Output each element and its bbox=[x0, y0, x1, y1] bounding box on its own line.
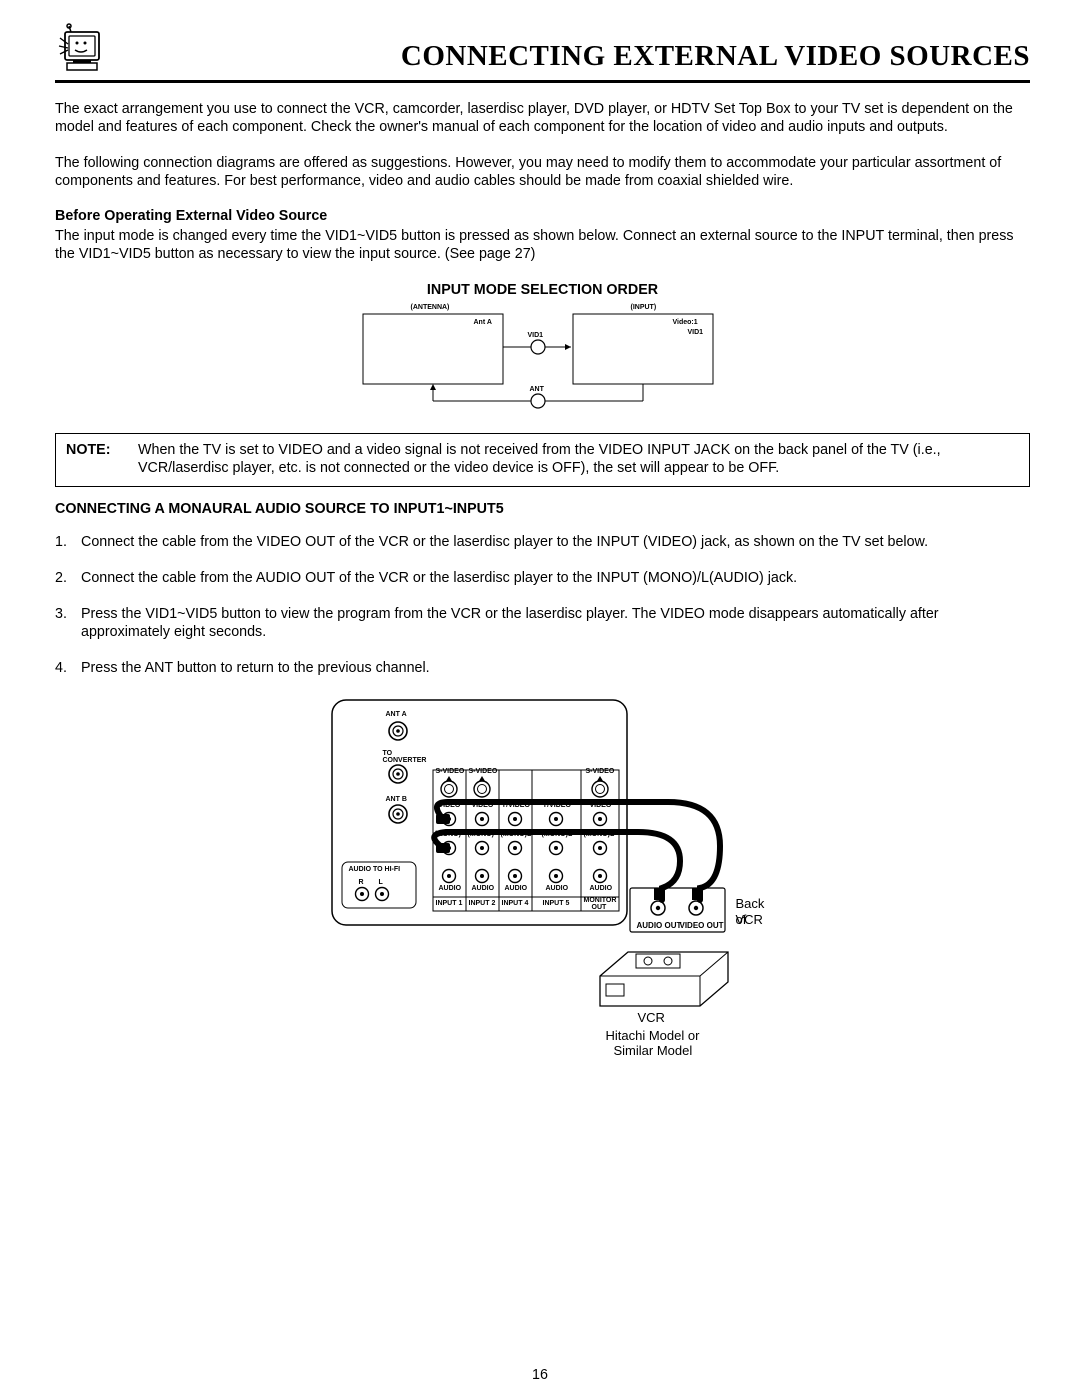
label-vcr: VCR bbox=[736, 912, 763, 928]
label-audio-5: AUDIO bbox=[590, 885, 613, 894]
label-mono-5: (MONO)L bbox=[584, 831, 615, 840]
input-mode-title: INPUT MODE SELECTION ORDER bbox=[55, 282, 1030, 300]
label-mono-2: (MONO) bbox=[468, 831, 494, 840]
label-input1: INPUT 1 bbox=[436, 900, 463, 909]
label-r: R bbox=[359, 879, 364, 888]
note-box: NOTE: When the TV is set to VIDEO and a … bbox=[55, 433, 1030, 487]
label-input5: INPUT 5 bbox=[543, 900, 570, 909]
label-svideo-1: S-VIDEO bbox=[436, 768, 465, 777]
page-number: 16 bbox=[0, 1367, 1080, 1385]
label-audio-2: AUDIO bbox=[472, 885, 495, 894]
label-vcr2: VCR bbox=[638, 1010, 665, 1026]
label-yvideo-1: Y/VIDEO bbox=[502, 802, 530, 811]
label-l: L bbox=[379, 879, 383, 888]
label-vid1-right: VID1 bbox=[688, 329, 704, 338]
label-mono-4: (MONO)L bbox=[542, 831, 573, 840]
step-2: 2.Connect the cable from the AUDIO OUT o… bbox=[55, 570, 1030, 588]
label-audio-3: AUDIO bbox=[505, 885, 528, 894]
label-audiohifi: AUDIO TO HI-FI bbox=[349, 866, 401, 875]
label-toconv2: CONVERTER bbox=[383, 757, 427, 766]
subheading-before-operating: Before Operating External Video Source bbox=[55, 208, 1030, 226]
label-monout2: OUT bbox=[592, 904, 607, 913]
label-anta: ANT A bbox=[386, 711, 407, 720]
step-3: 3.Press the VID1~VID5 button to view the… bbox=[55, 606, 1030, 642]
label-audioout: AUDIO OUT bbox=[637, 921, 682, 931]
intro-paragraph-1: The exact arrangement you use to connect… bbox=[55, 101, 1030, 137]
label-input2: INPUT 2 bbox=[469, 900, 496, 909]
connection-diagram: ANT A TO CONVERTER ANT B AUDIO TO HI-FI … bbox=[328, 696, 758, 1076]
step-4: 4.Press the ANT button to return to the … bbox=[55, 660, 1030, 678]
label-video-3: VIDEO bbox=[590, 802, 612, 811]
note-text: When the TV is set to VIDEO and a video … bbox=[138, 442, 1019, 478]
logo-icon bbox=[55, 20, 111, 76]
label-audio-1: AUDIO bbox=[439, 885, 462, 894]
paragraph-input-mode: The input mode is changed every time the… bbox=[55, 228, 1030, 264]
label-input4: INPUT 4 bbox=[502, 900, 529, 909]
label-svideo-2: S-VIDEO bbox=[469, 768, 498, 777]
intro-paragraph-2: The following connection diagrams are of… bbox=[55, 155, 1030, 191]
label-video-1: VIDEO bbox=[439, 802, 461, 811]
label-audio-4: AUDIO bbox=[546, 885, 569, 894]
label-hitachi2: Similar Model bbox=[614, 1043, 693, 1059]
page-title: CONNECTING EXTERNAL VIDEO SOURCES bbox=[131, 38, 1030, 76]
label-yvideo-2: Y/VIDEO bbox=[543, 802, 571, 811]
label-svideo-3: S-VIDEO bbox=[586, 768, 615, 777]
step-1: 1.Connect the cable from the VIDEO OUT o… bbox=[55, 534, 1030, 552]
label-videoout: VIDEO OUT bbox=[680, 921, 724, 931]
label-ant: ANT bbox=[530, 386, 544, 395]
input-mode-diagram: (ANTENNA) (INPUT) Ant A Video:1 VID1 VID… bbox=[343, 304, 743, 409]
label-mono-1: (MONO) bbox=[435, 831, 461, 840]
label-antenna: (ANTENNA) bbox=[411, 304, 450, 313]
label-video1: Video:1 bbox=[673, 319, 698, 328]
label-vid1-left: VID1 bbox=[528, 332, 544, 341]
label-video-2: VIDEO bbox=[472, 802, 494, 811]
note-label: NOTE: bbox=[66, 442, 138, 478]
label-input: (INPUT) bbox=[631, 304, 657, 313]
page-header: CONNECTING EXTERNAL VIDEO SOURCES bbox=[55, 20, 1030, 83]
label-hitachi1: Hitachi Model or bbox=[606, 1028, 700, 1044]
steps-list: 1.Connect the cable from the VIDEO OUT o… bbox=[55, 534, 1030, 677]
label-antb: ANT B bbox=[386, 796, 407, 805]
subheading-monaural: CONNECTING A MONAURAL AUDIO SOURCE TO IN… bbox=[55, 501, 1030, 519]
label-mono-3: (MONO)L bbox=[501, 831, 532, 840]
label-anta: Ant A bbox=[474, 319, 492, 328]
